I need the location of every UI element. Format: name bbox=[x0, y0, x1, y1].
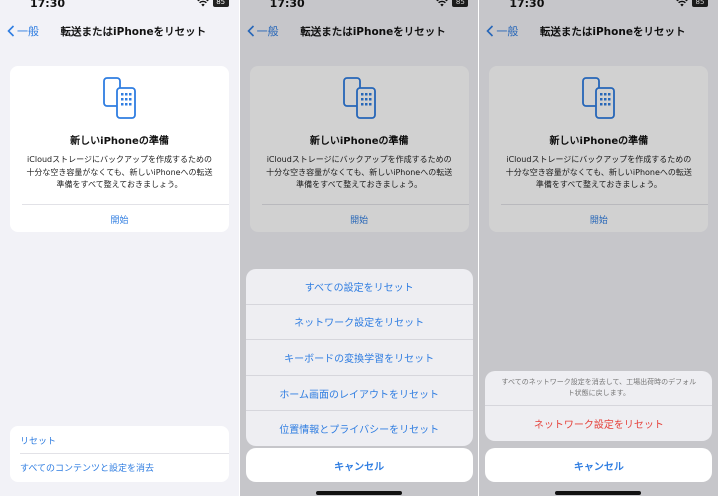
battery-icon: 85 bbox=[212, 0, 229, 7]
reset-home-layout-option[interactable]: ホーム画面のレイアウトをリセット bbox=[245, 374, 473, 411]
screens-container: 17:30 85 一般 転送またはiPhoneをリセット 新しいiPhoneの準… bbox=[0, 0, 718, 496]
screen-reset-menu: 17:30 85 一般 転送またはiPhoneをリセット 新しいiPhoneの準… bbox=[239, 0, 479, 496]
erase-all-button[interactable]: すべてのコンテンツと設定を消去 bbox=[20, 461, 154, 474]
wifi-icon bbox=[196, 0, 209, 7]
home-indicator bbox=[555, 491, 642, 495]
page-title: 転送またはiPhoneをリセット bbox=[60, 26, 207, 38]
start-button[interactable]: 開始 bbox=[10, 213, 229, 226]
reset-network-settings-option[interactable]: ネットワーク設定をリセット bbox=[245, 303, 473, 340]
navigation-bar: 一般 転送またはiPhoneをリセット bbox=[0, 22, 239, 42]
reset-location-privacy-option[interactable]: 位置情報とプライバシーをリセット bbox=[245, 410, 473, 446]
cancel-button[interactable]: キャンセル bbox=[245, 448, 473, 482]
phones-transfer-icon bbox=[103, 77, 136, 119]
card-divider bbox=[22, 204, 229, 205]
reset-button[interactable]: リセット bbox=[20, 434, 56, 447]
reset-options-card: リセット すべてのコンテンツと設定を消去 bbox=[10, 426, 229, 482]
status-bar: 17:30 85 bbox=[0, 0, 239, 14]
list-divider bbox=[20, 453, 229, 454]
card-description: iCloudストレージにバックアップを作成するための十分な空き容量がなくても、新… bbox=[26, 155, 213, 189]
screen-confirm-network-reset: 17:30 85 一般 転送またはiPhoneをリセット 新しいiPhoneの準… bbox=[479, 0, 718, 496]
prepare-card: 新しいiPhoneの準備 iCloudストレージにバックアップを作成するための十… bbox=[10, 66, 229, 232]
reset-all-settings-option[interactable]: すべての設定をリセット bbox=[246, 269, 473, 304]
confirm-action-sheet: すべてのネットワーク設定を消去して、工場出荷時のデフォルト状態に戻します。 ネッ… bbox=[485, 371, 713, 441]
reset-action-sheet: すべての設定をリセット ネットワーク設定をリセット キーボードの変換学習をリセッ… bbox=[245, 269, 473, 446]
confirm-reset-network-button[interactable]: ネットワーク設定をリセット bbox=[485, 405, 713, 441]
cancel-button[interactable]: キャンセル bbox=[485, 448, 713, 482]
home-indicator bbox=[315, 491, 402, 495]
screen-transfer-reset: 17:30 85 一般 転送またはiPhoneをリセット 新しいiPhoneの準… bbox=[0, 0, 239, 496]
status-time: 17:30 bbox=[30, 0, 66, 10]
card-title: 新しいiPhoneの準備 bbox=[70, 136, 169, 147]
reset-keyboard-dictionary-option[interactable]: キーボードの変換学習をリセット bbox=[245, 339, 473, 375]
confirm-message: すべてのネットワーク設定を消去して、工場出荷時のデフォルト状態に戻します。 bbox=[501, 378, 697, 397]
